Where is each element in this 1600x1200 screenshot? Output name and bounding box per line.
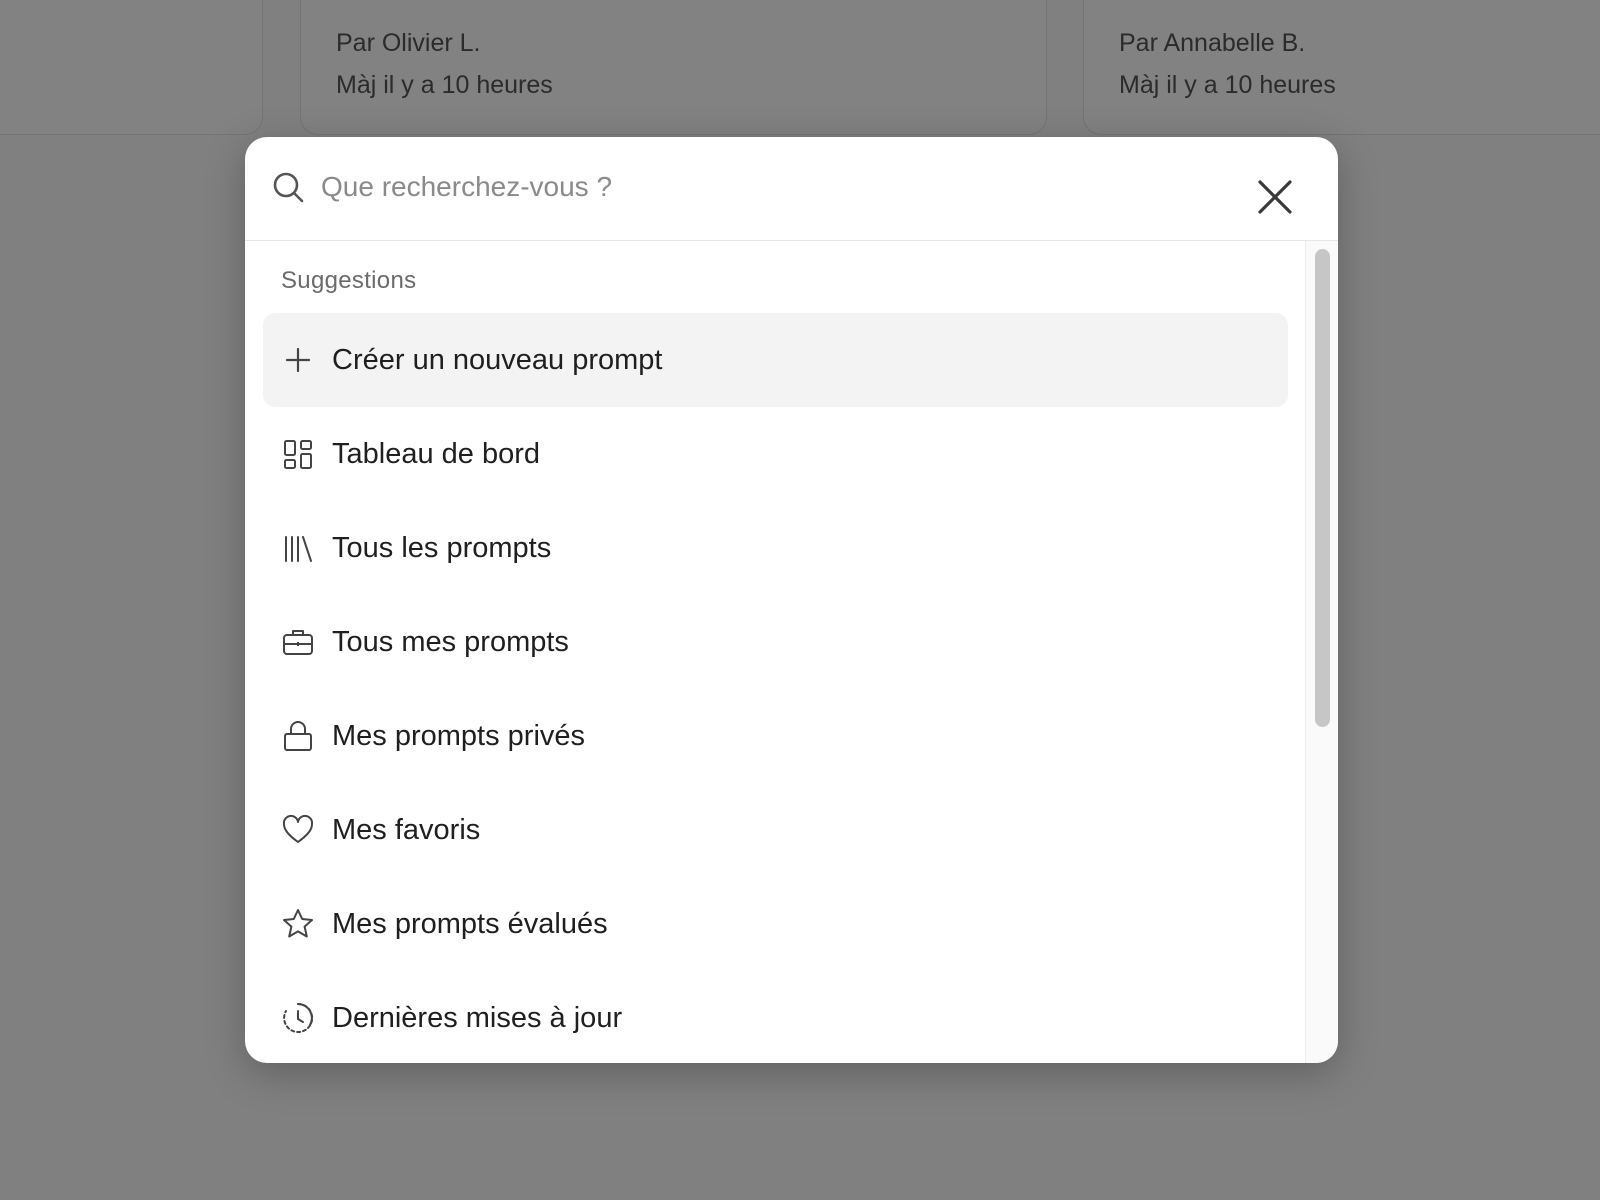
suggestion-my-prompts[interactable]: Tous mes prompts [263, 595, 1288, 689]
suggestion-latest-updates[interactable]: Dernières mises à jour [263, 971, 1288, 1063]
close-button[interactable] [1253, 175, 1297, 219]
suggestion-label: Mes prompts évalués [332, 907, 608, 940]
suggestion-favorites[interactable]: Mes favoris [263, 783, 1288, 877]
suggestion-dashboard[interactable]: Tableau de bord [263, 407, 1288, 501]
scrollbar[interactable] [1305, 241, 1338, 1063]
suggestion-rated-prompts[interactable]: Mes prompts évalués [263, 877, 1288, 971]
scrollbar-thumb[interactable] [1315, 249, 1330, 727]
search-icon [271, 170, 305, 204]
heart-icon [281, 813, 315, 847]
briefcase-icon [281, 625, 315, 659]
library-icon [281, 531, 315, 565]
lock-icon [281, 719, 315, 753]
suggestions-heading: Suggestions [281, 267, 417, 294]
suggestion-label: Mes favoris [332, 813, 481, 846]
suggestion-label: Dernières mises à jour [332, 1001, 623, 1034]
star-icon [281, 907, 315, 941]
suggestion-label: Mes prompts privés [332, 719, 586, 752]
suggestion-label: Créer un nouveau prompt [332, 343, 663, 376]
suggestion-label: Tableau de bord [332, 437, 540, 470]
suggestions-panel: Suggestions Créer un nouveau prompt Tabl… [245, 241, 1305, 1063]
suggestions-list: Créer un nouveau prompt Tableau de bord [263, 313, 1288, 1063]
search-modal: Suggestions Créer un nouveau prompt [245, 137, 1338, 1063]
dashboard-icon [281, 437, 315, 471]
plus-icon [281, 343, 315, 377]
search-input[interactable] [321, 161, 1201, 213]
close-icon [1258, 180, 1292, 214]
suggestion-all-prompts[interactable]: Tous les prompts [263, 501, 1288, 595]
suggestion-private-prompts[interactable]: Mes prompts privés [263, 689, 1288, 783]
suggestion-label: Tous les prompts [332, 531, 552, 564]
search-bar [245, 137, 1338, 241]
suggestion-label: Tous mes prompts [332, 625, 569, 658]
history-icon [281, 1001, 315, 1035]
suggestion-create-prompt[interactable]: Créer un nouveau prompt [263, 313, 1288, 407]
